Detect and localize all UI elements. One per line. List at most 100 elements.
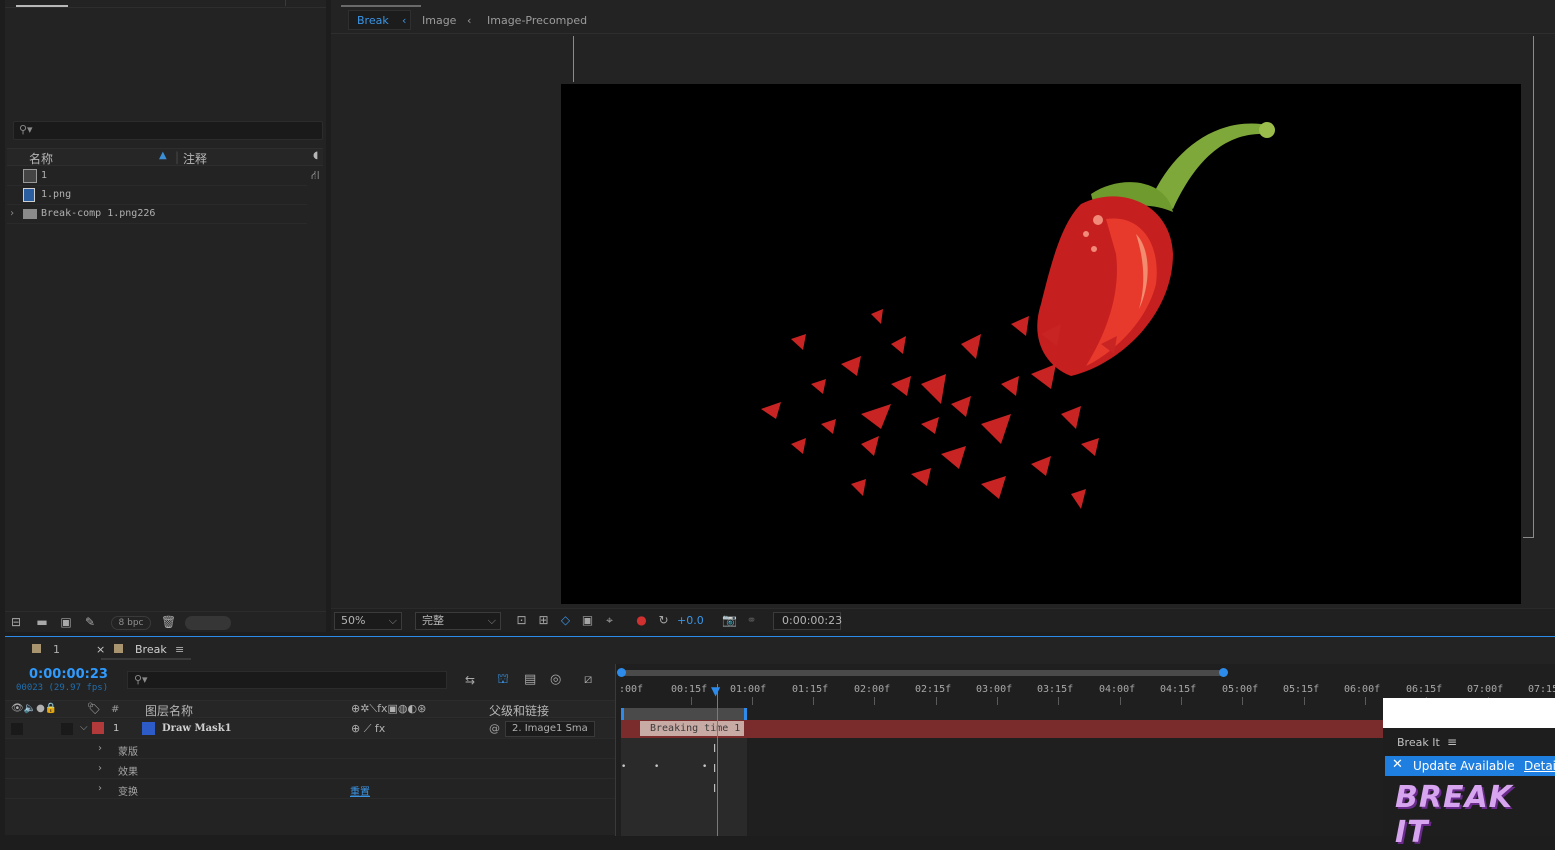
current-time-display[interactable]: 0:00:00:23 [29, 667, 108, 682]
sort-ascending-icon[interactable]: ▲ [159, 150, 167, 161]
reset-link[interactable]: 重置 [350, 783, 370, 798]
tab-comp-1[interactable]: 1 [53, 643, 60, 656]
column-comment[interactable]: 注释 [183, 150, 207, 167]
column-layer-name[interactable]: 图层名称 [145, 702, 193, 719]
navigator-start-handle[interactable] [617, 668, 626, 677]
ruler-tick [813, 697, 814, 705]
navigator-end-handle[interactable] [1219, 668, 1228, 677]
ruler-tick [874, 697, 875, 705]
project-item-comp[interactable]: 1 [7, 167, 307, 186]
property-effects[interactable]: › 效果 [5, 759, 615, 779]
draft-3d-icon[interactable]: ⛫ [497, 672, 509, 689]
update-banner[interactable]: ✕ Update Available Detai [1385, 756, 1555, 776]
layer-switches-icon: ⊕✲⟍fx▣◍◐⊛ [351, 702, 427, 715]
shy-layers-icon[interactable]: ▤ [524, 672, 536, 687]
timeline-search-input[interactable]: ⚲▾ [127, 671, 447, 689]
render-icon[interactable]: ✎ [83, 615, 97, 629]
breadcrumb-precomp[interactable]: Image-Precomped [487, 14, 587, 27]
expand-chevron-icon[interactable]: › [98, 743, 102, 754]
flowchart-icon[interactable]: ⛙ [311, 168, 319, 184]
ruler-tick-label: 02:00f [854, 684, 891, 695]
comp-mini-flowchart-icon[interactable]: ⇆ [465, 673, 475, 687]
layer-label-color[interactable] [92, 722, 104, 734]
thumbnail-slider[interactable] [185, 616, 231, 630]
playhead-line[interactable] [717, 684, 718, 836]
resolution-select[interactable]: 完整 ⌵ [415, 612, 501, 630]
playhead-handle[interactable]: ▼ [711, 684, 720, 698]
work-area-region [621, 724, 747, 836]
guides-icon[interactable]: ⌖ [602, 613, 617, 628]
video-toggle[interactable] [11, 723, 23, 735]
breadcrumb-image[interactable]: Image [422, 14, 456, 27]
fast-preview-icon[interactable]: ⊡ [514, 613, 529, 628]
reset-exposure-icon[interactable]: ↻ [656, 613, 671, 628]
column-name[interactable]: 名称 [29, 150, 53, 167]
property-mask[interactable]: › 蒙版 [5, 739, 615, 759]
show-snapshot-icon[interactable]: ⚭ [744, 613, 759, 628]
color-channels-icon[interactable]: ● [634, 613, 649, 628]
work-area-bar[interactable] [621, 708, 747, 720]
layer-switch-icons[interactable]: ⊕ ⟋ fx [351, 722, 385, 736]
project-search-input[interactable]: ⚲▾ [13, 121, 323, 140]
mask-path-icon[interactable]: ◇ [558, 613, 573, 628]
update-text: Update Available [1413, 759, 1515, 773]
interpret-footage-icon[interactable]: ⊟ [9, 615, 23, 629]
trash-icon[interactable]: 🗑 [161, 615, 176, 629]
column-parent[interactable]: 父级和链接 [489, 702, 549, 719]
label-tag-icon[interactable]: ◖ [313, 150, 318, 161]
parent-select[interactable]: 2. Image1 Sma [505, 721, 595, 737]
graph-editor-icon[interactable]: ⧄ [584, 672, 592, 687]
ruler-tick [1365, 697, 1366, 705]
breadcrumb: Break ‹ Image ‹ Image-Precomped [331, 8, 1555, 34]
viewer-timecode[interactable]: 0:00:00:23 [773, 612, 842, 630]
keyframe-icon[interactable]: • [702, 762, 707, 772]
layer-row[interactable]: ⌵ 1 Draw Mask1 ⊕ ⟋ fx @ 2. Image1 Sma [5, 719, 615, 739]
close-icon[interactable]: ✕ [1392, 757, 1403, 772]
frame-fps-readout: 00023 (29.97 fps) [16, 683, 109, 693]
panel-menu-icon[interactable]: ≡ [1447, 735, 1457, 749]
project-item-image[interactable]: 1.png [7, 186, 307, 205]
motion-blur-icon[interactable]: ◎ [550, 672, 561, 687]
bpc-button[interactable]: 8 bpc [111, 616, 151, 630]
composition-icon [23, 169, 37, 183]
av-switches-icon[interactable]: 👁🔈●🔒 [11, 703, 57, 714]
region-of-interest-icon[interactable]: ▣ [580, 613, 595, 628]
expand-chevron-icon[interactable]: › [98, 763, 102, 774]
new-folder-icon[interactable]: ▬ [35, 615, 49, 629]
project-item-folder[interactable]: › Break-comp 1.png226 [7, 205, 307, 224]
comp-canvas[interactable] [561, 84, 1521, 604]
expand-chevron-icon[interactable]: ⌵ [80, 722, 88, 733]
ruler-tick-label: 07:15 [1528, 684, 1555, 695]
keyframe-icon[interactable]: • [654, 762, 659, 772]
ruler-tick-label: 06:15f [1406, 684, 1443, 695]
expand-chevron-icon[interactable]: › [98, 783, 102, 794]
lock-toggle[interactable] [61, 723, 73, 735]
close-tab-icon[interactable]: × [96, 643, 105, 656]
ruler-tick [1058, 697, 1059, 705]
pick-whip-icon[interactable]: @ [489, 722, 500, 735]
breakit-title[interactable]: Break It [1397, 736, 1440, 749]
tab-break[interactable]: Break [135, 643, 167, 656]
breadcrumb-break[interactable]: Break [357, 14, 389, 27]
keyframe-icon[interactable]: • [621, 762, 626, 772]
property-transform[interactable]: › 变换 重置 [5, 779, 615, 799]
panel-menu-icon[interactable]: ≡ [175, 643, 184, 656]
new-comp-icon[interactable]: ▣ [59, 615, 73, 629]
layer-name[interactable]: Draw Mask1 [162, 723, 232, 734]
comp-marker[interactable]: Breaking time 1 [640, 721, 744, 736]
comp-tab-color-swatch [114, 644, 123, 653]
ruler-tick-label: 05:15f [1283, 684, 1320, 695]
zoom-select[interactable]: 50% ⌵ [334, 612, 402, 630]
label-tag-icon[interactable]: 🏷 [87, 702, 101, 715]
expand-chevron-icon[interactable]: › [9, 208, 15, 219]
transparency-grid-icon[interactable]: ⊞ [536, 613, 551, 628]
column-number: # [111, 704, 120, 715]
chevron-down-icon: ⌵ [388, 614, 397, 627]
composition-viewer: Break ‹ Image ‹ Image-Precomped 50% ⌵ 完整… [331, 0, 1555, 632]
snapshot-camera-icon[interactable]: 📷 [722, 613, 737, 628]
exposure-value[interactable]: +0.0 [677, 614, 704, 627]
search-icon: ⚲▾ [134, 673, 148, 686]
time-navigator-bar[interactable] [620, 670, 1224, 676]
breadcrumb-separator-icon: ‹ [402, 14, 407, 27]
details-link[interactable]: Detai [1524, 759, 1555, 773]
